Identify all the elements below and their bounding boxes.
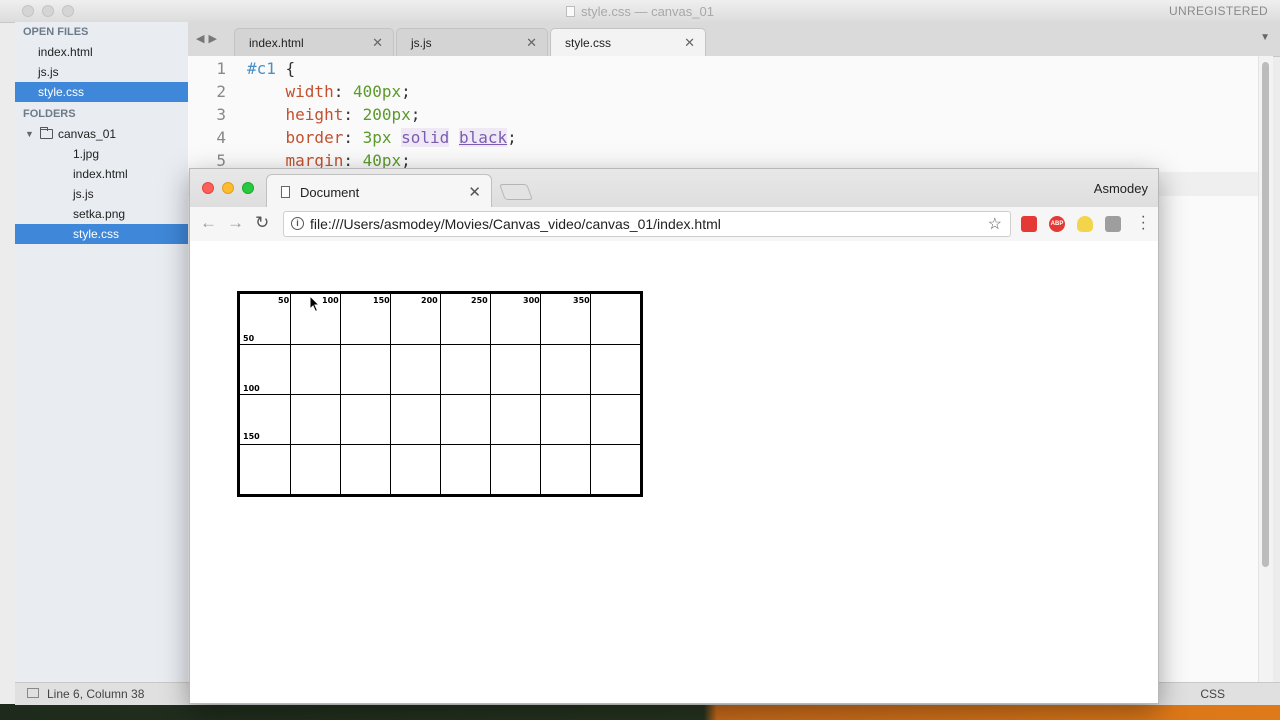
open-file-style-css[interactable]: style.css: [15, 82, 188, 102]
editor-tabbar: ◀▶ index.html ✕ js.js ✕ style.css ✕ ▼: [188, 22, 1280, 57]
forward-arrow-icon[interactable]: →: [227, 213, 244, 233]
document-icon: [566, 6, 576, 17]
folder-file-1-jpg[interactable]: 1.jpg: [15, 144, 188, 164]
code-line-1: #c1 {: [247, 59, 296, 78]
canvas-element[interactable]: 50 100 150 200 250 300 350 50 100 150: [237, 291, 643, 497]
code-line-2: width: 400px;: [285, 82, 411, 101]
disclosure-triangle-icon[interactable]: ▼: [25, 124, 34, 144]
zoom-button[interactable]: [242, 182, 254, 194]
new-tab-button[interactable]: [499, 184, 533, 200]
url-text: file:///Users/asmodey/Movies/Canvas_vide…: [310, 216, 721, 232]
folder-file-index-html[interactable]: index.html: [15, 164, 188, 184]
lightbulb-extension-icon[interactable]: [1077, 216, 1093, 232]
address-bar[interactable]: i file:///Users/asmodey/Movies/Canvas_vi…: [283, 211, 1011, 237]
cursor-position: Line 6, Column 38: [47, 687, 145, 701]
tab-menu-icon[interactable]: ▼: [1260, 32, 1270, 43]
open-file-js-js[interactable]: js.js: [15, 62, 188, 82]
browser-toolbar: ← → ↻ i file:///Users/asmodey/Movies/Can…: [190, 207, 1158, 242]
browser-tab-document[interactable]: Document ✕: [266, 174, 492, 208]
grid-x-label: 50: [278, 296, 290, 305]
unregistered-badge: UNREGISTERED: [1169, 4, 1268, 18]
sublime-titlebar: style.css — canvas_01 UNREGISTERED: [0, 0, 1280, 23]
sidebar: OPEN FILES index.html js.js style.css FO…: [15, 22, 189, 682]
scrollbar-thumb[interactable]: [1262, 62, 1269, 567]
open-file-index-html[interactable]: index.html: [15, 42, 188, 62]
grid-horizontal-line: [240, 344, 640, 345]
line-number: 3: [216, 105, 226, 124]
grid-lines: [240, 294, 640, 494]
syntax-selector[interactable]: CSS: [1200, 687, 1225, 701]
grid-y-label: 100: [243, 384, 260, 393]
line-number: 2: [216, 82, 226, 101]
page-viewport: 50 100 150 200 250 300 350 50 100 150: [190, 241, 1158, 703]
mouse-cursor-icon: [309, 295, 321, 313]
chrome-menu-icon[interactable]: · · ·: [1141, 209, 1146, 237]
tab-js-js[interactable]: js.js ✕: [396, 28, 548, 56]
page-icon: [281, 186, 290, 198]
extension-red-icon[interactable]: [1021, 216, 1037, 232]
tab-nav-arrows[interactable]: ◀▶: [196, 32, 221, 45]
editor-scrollbar[interactable]: [1258, 56, 1273, 682]
adblock-plus-icon[interactable]: ABP: [1049, 216, 1065, 232]
grid-x-label: 200: [421, 296, 438, 305]
open-files-header: OPEN FILES: [23, 26, 89, 38]
close-tab-icon[interactable]: ✕: [684, 35, 695, 51]
panel-toggle-icon[interactable]: [27, 688, 39, 698]
close-button[interactable]: [202, 182, 214, 194]
window-title: style.css — canvas_01: [0, 4, 1280, 19]
code-line-3: height: 200px;: [285, 105, 421, 124]
tab-style-css[interactable]: style.css ✕: [550, 28, 706, 57]
folder-canvas-01[interactable]: ▼ canvas_01: [15, 124, 188, 144]
folder-file-js-js[interactable]: js.js: [15, 184, 188, 204]
reload-icon[interactable]: ↻: [255, 213, 269, 233]
bookmark-star-icon[interactable]: ☆: [988, 214, 1002, 234]
chrome-tabstrip: Document ✕ Asmodey: [190, 169, 1158, 208]
grid-x-label: 350: [573, 296, 590, 305]
grid-y-label: 50: [243, 334, 255, 343]
folders-header: FOLDERS: [23, 108, 76, 120]
grid-x-label: 300: [523, 296, 540, 305]
desktop-background: [0, 704, 1280, 720]
back-arrow-icon[interactable]: ←: [200, 213, 217, 233]
line-number: 4: [216, 128, 226, 147]
grid-horizontal-line: [240, 394, 640, 395]
grid-x-label: 250: [471, 296, 488, 305]
tab-index-html[interactable]: index.html ✕: [234, 28, 394, 56]
camera-extension-icon[interactable]: [1105, 216, 1121, 232]
close-tab-icon[interactable]: ✕: [526, 35, 537, 51]
info-icon[interactable]: i: [291, 217, 304, 230]
folder-icon: [40, 127, 53, 139]
minimize-button[interactable]: [222, 182, 234, 194]
grid-x-label: 100: [322, 296, 339, 305]
grid-y-label: 150: [243, 432, 260, 441]
code-line-4: border: 3px solid black;: [285, 128, 517, 147]
folder-file-style-css[interactable]: style.css: [15, 224, 188, 244]
grid-horizontal-line: [240, 444, 640, 445]
profile-name[interactable]: Asmodey: [1094, 181, 1148, 196]
grid-x-label: 150: [373, 296, 390, 305]
chrome-window: Document ✕ Asmodey ← → ↻ i file:///Users…: [189, 168, 1159, 704]
close-tab-icon[interactable]: ✕: [468, 183, 481, 201]
line-number: 1: [216, 59, 226, 78]
close-tab-icon[interactable]: ✕: [372, 35, 383, 51]
folder-file-setka-png[interactable]: setka.png: [15, 204, 188, 224]
